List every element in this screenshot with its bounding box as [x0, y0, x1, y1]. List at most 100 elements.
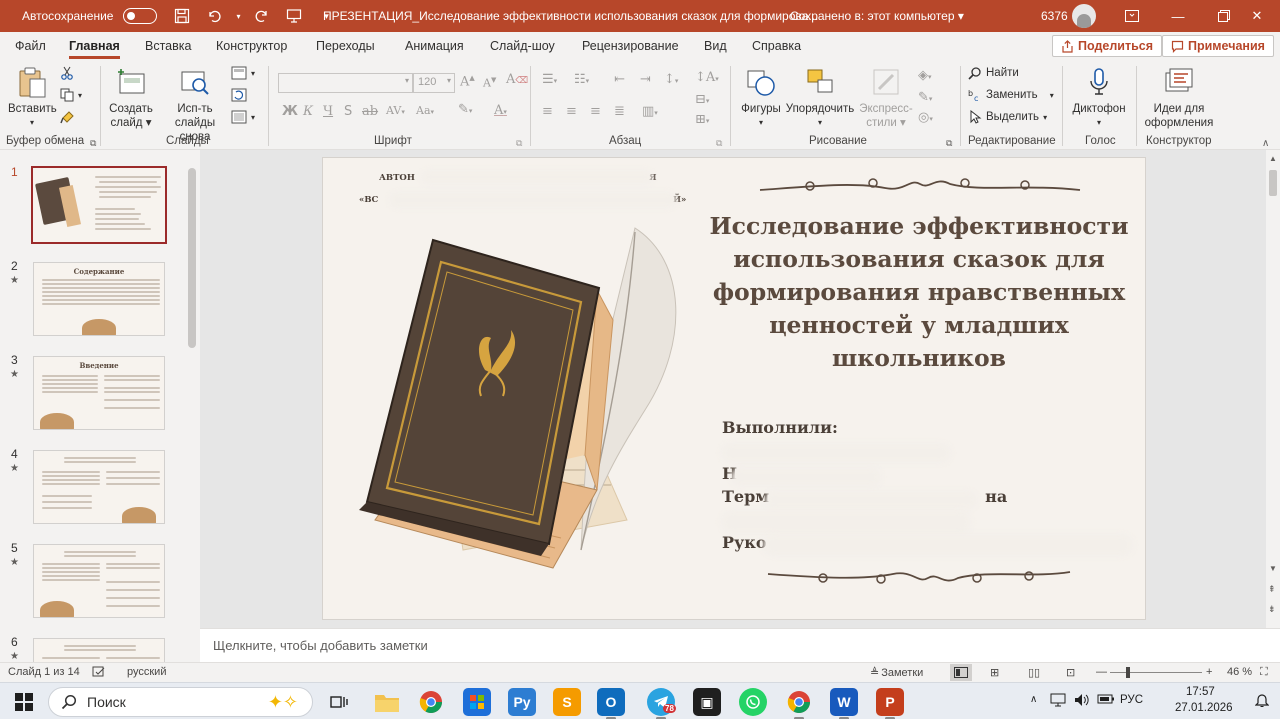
tab-file[interactable]: Файл — [15, 39, 46, 53]
undo-icon[interactable] — [201, 3, 227, 29]
change-case-icon[interactable]: Aa▾ — [416, 104, 434, 117]
line-spacing-icon[interactable]: ↕▾ — [664, 72, 678, 87]
comments-button[interactable]: Примечания — [1162, 35, 1274, 57]
ribbon-display-options-icon[interactable] — [1109, 0, 1155, 32]
increase-indent-icon[interactable]: ⇥ — [640, 72, 651, 87]
close-icon[interactable]: ✕ — [1234, 0, 1280, 32]
highlight-icon[interactable]: ✎▾ — [458, 102, 472, 117]
previous-slide-icon[interactable]: ⇞ — [1268, 584, 1276, 595]
slide-thumbnail-2[interactable]: Содержание — [33, 262, 165, 336]
task-view-icon[interactable] — [325, 688, 353, 716]
italic-icon[interactable]: К — [303, 104, 313, 119]
undo-dropdown-icon[interactable]: ▾ — [233, 3, 243, 29]
shadow-icon[interactable]: S — [344, 104, 352, 119]
chrome-icon[interactable] — [417, 688, 445, 716]
design-ideas-button[interactable]: Идеи для оформления — [1140, 66, 1218, 130]
windows-start-icon[interactable] — [10, 688, 38, 716]
slide-sorter-view-icon[interactable]: ⊞ — [990, 666, 999, 679]
increase-font-icon[interactable]: A▲ — [460, 74, 475, 89]
columns-icon[interactable]: ▥▾ — [642, 104, 658, 119]
zoom-in-icon[interactable]: + — [1206, 666, 1212, 678]
slide-canvas[interactable]: АВТОН Я «ВС Й» — [322, 157, 1146, 620]
editor-vertical-scrollbar[interactable]: ▲ ▼ ⇞ ⇟ — [1266, 150, 1280, 628]
python-icon[interactable]: Py — [508, 688, 536, 716]
slide-thumbnail-6[interactable] — [33, 638, 165, 662]
convert-smartart-icon[interactable]: ⊞▾ — [695, 112, 709, 127]
font-size-combobox[interactable]: 120 ▾ — [413, 73, 455, 93]
justify-icon[interactable]: ≣ — [614, 104, 625, 119]
slide-thumbnail-1[interactable] — [31, 166, 167, 244]
chrome-profile-icon[interactable] — [785, 688, 813, 719]
numbering-icon[interactable]: ☷▾ — [574, 72, 589, 87]
decrease-indent-icon[interactable]: ⇤ — [614, 72, 625, 87]
reset-slide-icon[interactable] — [231, 88, 247, 102]
shape-fill-icon[interactable]: ◈▾ — [918, 68, 932, 83]
tab-home[interactable]: Главная — [69, 39, 120, 59]
clock-date[interactable]: 27.01.2026 — [1175, 702, 1233, 714]
language-indicator[interactable]: русский — [127, 666, 166, 678]
zoom-slider[interactable] — [1110, 672, 1202, 673]
zoom-level[interactable]: 46 % — [1227, 666, 1252, 678]
dictate-button[interactable]: Диктофон ▾ — [1068, 66, 1130, 130]
taskbar-search[interactable]: Поиск ✦✧ — [48, 687, 313, 717]
spellcheck-icon[interactable] — [92, 666, 106, 681]
shapes-button[interactable]: Фигуры ▾ — [738, 66, 784, 130]
select-button[interactable]: Выделить ▾ — [968, 110, 1047, 124]
notes-pane[interactable]: Щелкните, чтобы добавить заметки — [200, 628, 1280, 662]
strikethrough-icon[interactable]: ab — [362, 104, 378, 119]
reuse-slides-button[interactable]: Исп-ть слайды снова — [163, 66, 227, 144]
format-painter-icon[interactable] — [60, 110, 76, 124]
bullets-icon[interactable]: ☰▾ — [542, 72, 557, 87]
powerpoint-icon[interactable]: P — [876, 688, 904, 719]
font-dialog-launcher-icon[interactable]: ⧉ — [516, 138, 522, 149]
zoom-out-icon[interactable]: — — [1096, 666, 1107, 678]
shape-effects-icon[interactable]: ◎▾ — [918, 110, 933, 125]
minimize-icon[interactable]: — — [1155, 0, 1201, 32]
tab-design[interactable]: Конструктор — [216, 39, 287, 53]
tab-review[interactable]: Рецензирование — [582, 39, 679, 53]
user-avatar[interactable] — [1072, 4, 1096, 28]
paragraph-dialog-launcher-icon[interactable]: ⧉ — [716, 138, 722, 149]
slideshow-view-icon[interactable]: ⊡ — [1066, 666, 1075, 679]
drawing-dialog-launcher-icon[interactable]: ⧉ — [946, 138, 952, 149]
notes-toggle-button[interactable]: ≜ Заметки — [870, 666, 923, 679]
file-explorer-icon[interactable] — [373, 688, 401, 716]
slide-thumbnail-4[interactable] — [33, 450, 165, 524]
tab-animations[interactable]: Анимация — [405, 39, 464, 53]
quick-styles-button[interactable]: Экспресс- стили ▾ — [856, 66, 916, 130]
show-hidden-icons-icon[interactable]: ∧ — [1030, 694, 1037, 705]
shape-outline-icon[interactable]: ✎▾ — [918, 90, 932, 105]
slide-thumbnail-5[interactable] — [33, 544, 165, 618]
volume-icon[interactable] — [1074, 693, 1090, 710]
microsoft-store-icon[interactable] — [463, 688, 491, 716]
network-icon[interactable] — [1050, 693, 1066, 710]
tab-transitions[interactable]: Переходы — [316, 39, 375, 53]
notion-like-app-icon[interactable]: ▣ — [693, 688, 721, 716]
align-text-icon[interactable]: ⊟▾ — [695, 92, 709, 107]
bold-icon[interactable]: Ж — [282, 104, 298, 119]
copy-icon[interactable]: ▾ — [60, 88, 82, 102]
replace-button[interactable]: bc Заменить ▾ — [968, 88, 1054, 102]
word-icon[interactable]: W — [830, 688, 858, 719]
save-status[interactable]: Сохранено в: этот компьютер ▾ — [790, 9, 964, 23]
fit-to-window-icon[interactable]: ⛶ — [1260, 666, 1268, 679]
collapse-ribbon-icon[interactable]: ∧ — [1262, 138, 1269, 149]
telegram-icon[interactable]: 78 — [647, 688, 676, 719]
align-right-icon[interactable]: ≡ — [590, 104, 601, 119]
align-center-icon[interactable]: ≡ — [566, 104, 577, 119]
find-button[interactable]: Найти — [968, 66, 1019, 80]
text-direction-icon[interactable]: ↕A▾ — [695, 70, 719, 85]
outlook-icon[interactable]: O — [597, 688, 625, 719]
autosave-toggle[interactable] — [123, 8, 158, 24]
zoom-slider-thumb[interactable] — [1126, 667, 1130, 678]
font-name-combobox[interactable]: ▾ — [278, 73, 413, 93]
normal-view-icon[interactable] — [950, 664, 972, 681]
clear-formatting-icon[interactable]: A⌫ — [506, 72, 528, 87]
new-slide-button[interactable]: Создать слайд ▾ — [105, 66, 157, 130]
arrange-button[interactable]: Упорядочить ▾ — [785, 66, 855, 130]
tab-help[interactable]: Справка — [752, 39, 801, 53]
cut-icon[interactable] — [60, 66, 74, 80]
paste-button[interactable]: Вставить ▾ — [8, 66, 57, 130]
tab-insert[interactable]: Вставка — [145, 39, 191, 53]
thumbnails-scrollbar[interactable] — [185, 150, 199, 662]
